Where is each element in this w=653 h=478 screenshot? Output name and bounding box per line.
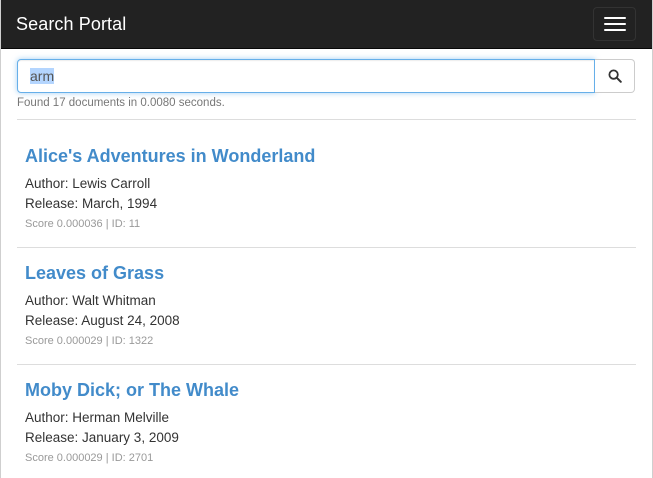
search-form: [17, 59, 635, 93]
top-navbar: Search Portal: [1, 0, 652, 49]
result-release: Release: August 24, 2008: [25, 313, 180, 328]
hamburger-menu-icon-bar: [603, 23, 626, 25]
result-item: Alice's Adventures in Wonderland Author:…: [1, 131, 652, 247]
result-meta: Score 0.000036 | ID: 11: [25, 218, 141, 230]
page: Search Portal Found 17 documents in 0.00…: [0, 0, 653, 478]
results-status: Found 17 documents in 0.0080 seconds.: [17, 97, 225, 109]
brand-link[interactable]: Search Portal: [16, 14, 126, 35]
result-release: Release: March, 1994: [25, 196, 158, 211]
hamburger-menu-icon-bar: [603, 29, 626, 31]
results-list: Alice's Adventures in Wonderland Author:…: [1, 131, 652, 478]
result-item: Moby Dick; or The Whale Author: Herman M…: [1, 365, 652, 478]
search-input[interactable]: [17, 59, 595, 93]
menu-toggle-button[interactable]: [593, 7, 636, 41]
result-author: Author: Herman Melville: [25, 410, 170, 425]
result-item: Leaves of Grass Author: Walt Whitman Rel…: [1, 248, 652, 364]
result-meta: Score 0.000029 | ID: 2701: [25, 452, 154, 464]
search-icon: [608, 69, 622, 83]
divider: [17, 119, 636, 120]
result-title-link[interactable]: Alice's Adventures in Wonderland: [25, 144, 652, 168]
search-button[interactable]: [595, 59, 635, 93]
result-release: Release: January 3, 2009: [25, 430, 179, 445]
result-title-link[interactable]: Moby Dick; or The Whale: [25, 378, 652, 402]
result-meta: Score 0.000029 | ID: 1322: [25, 335, 154, 347]
result-title-link[interactable]: Leaves of Grass: [25, 261, 652, 285]
hamburger-menu-icon: [603, 17, 626, 19]
result-author: Author: Walt Whitman: [25, 293, 156, 308]
result-author: Author: Lewis Carroll: [25, 176, 151, 191]
